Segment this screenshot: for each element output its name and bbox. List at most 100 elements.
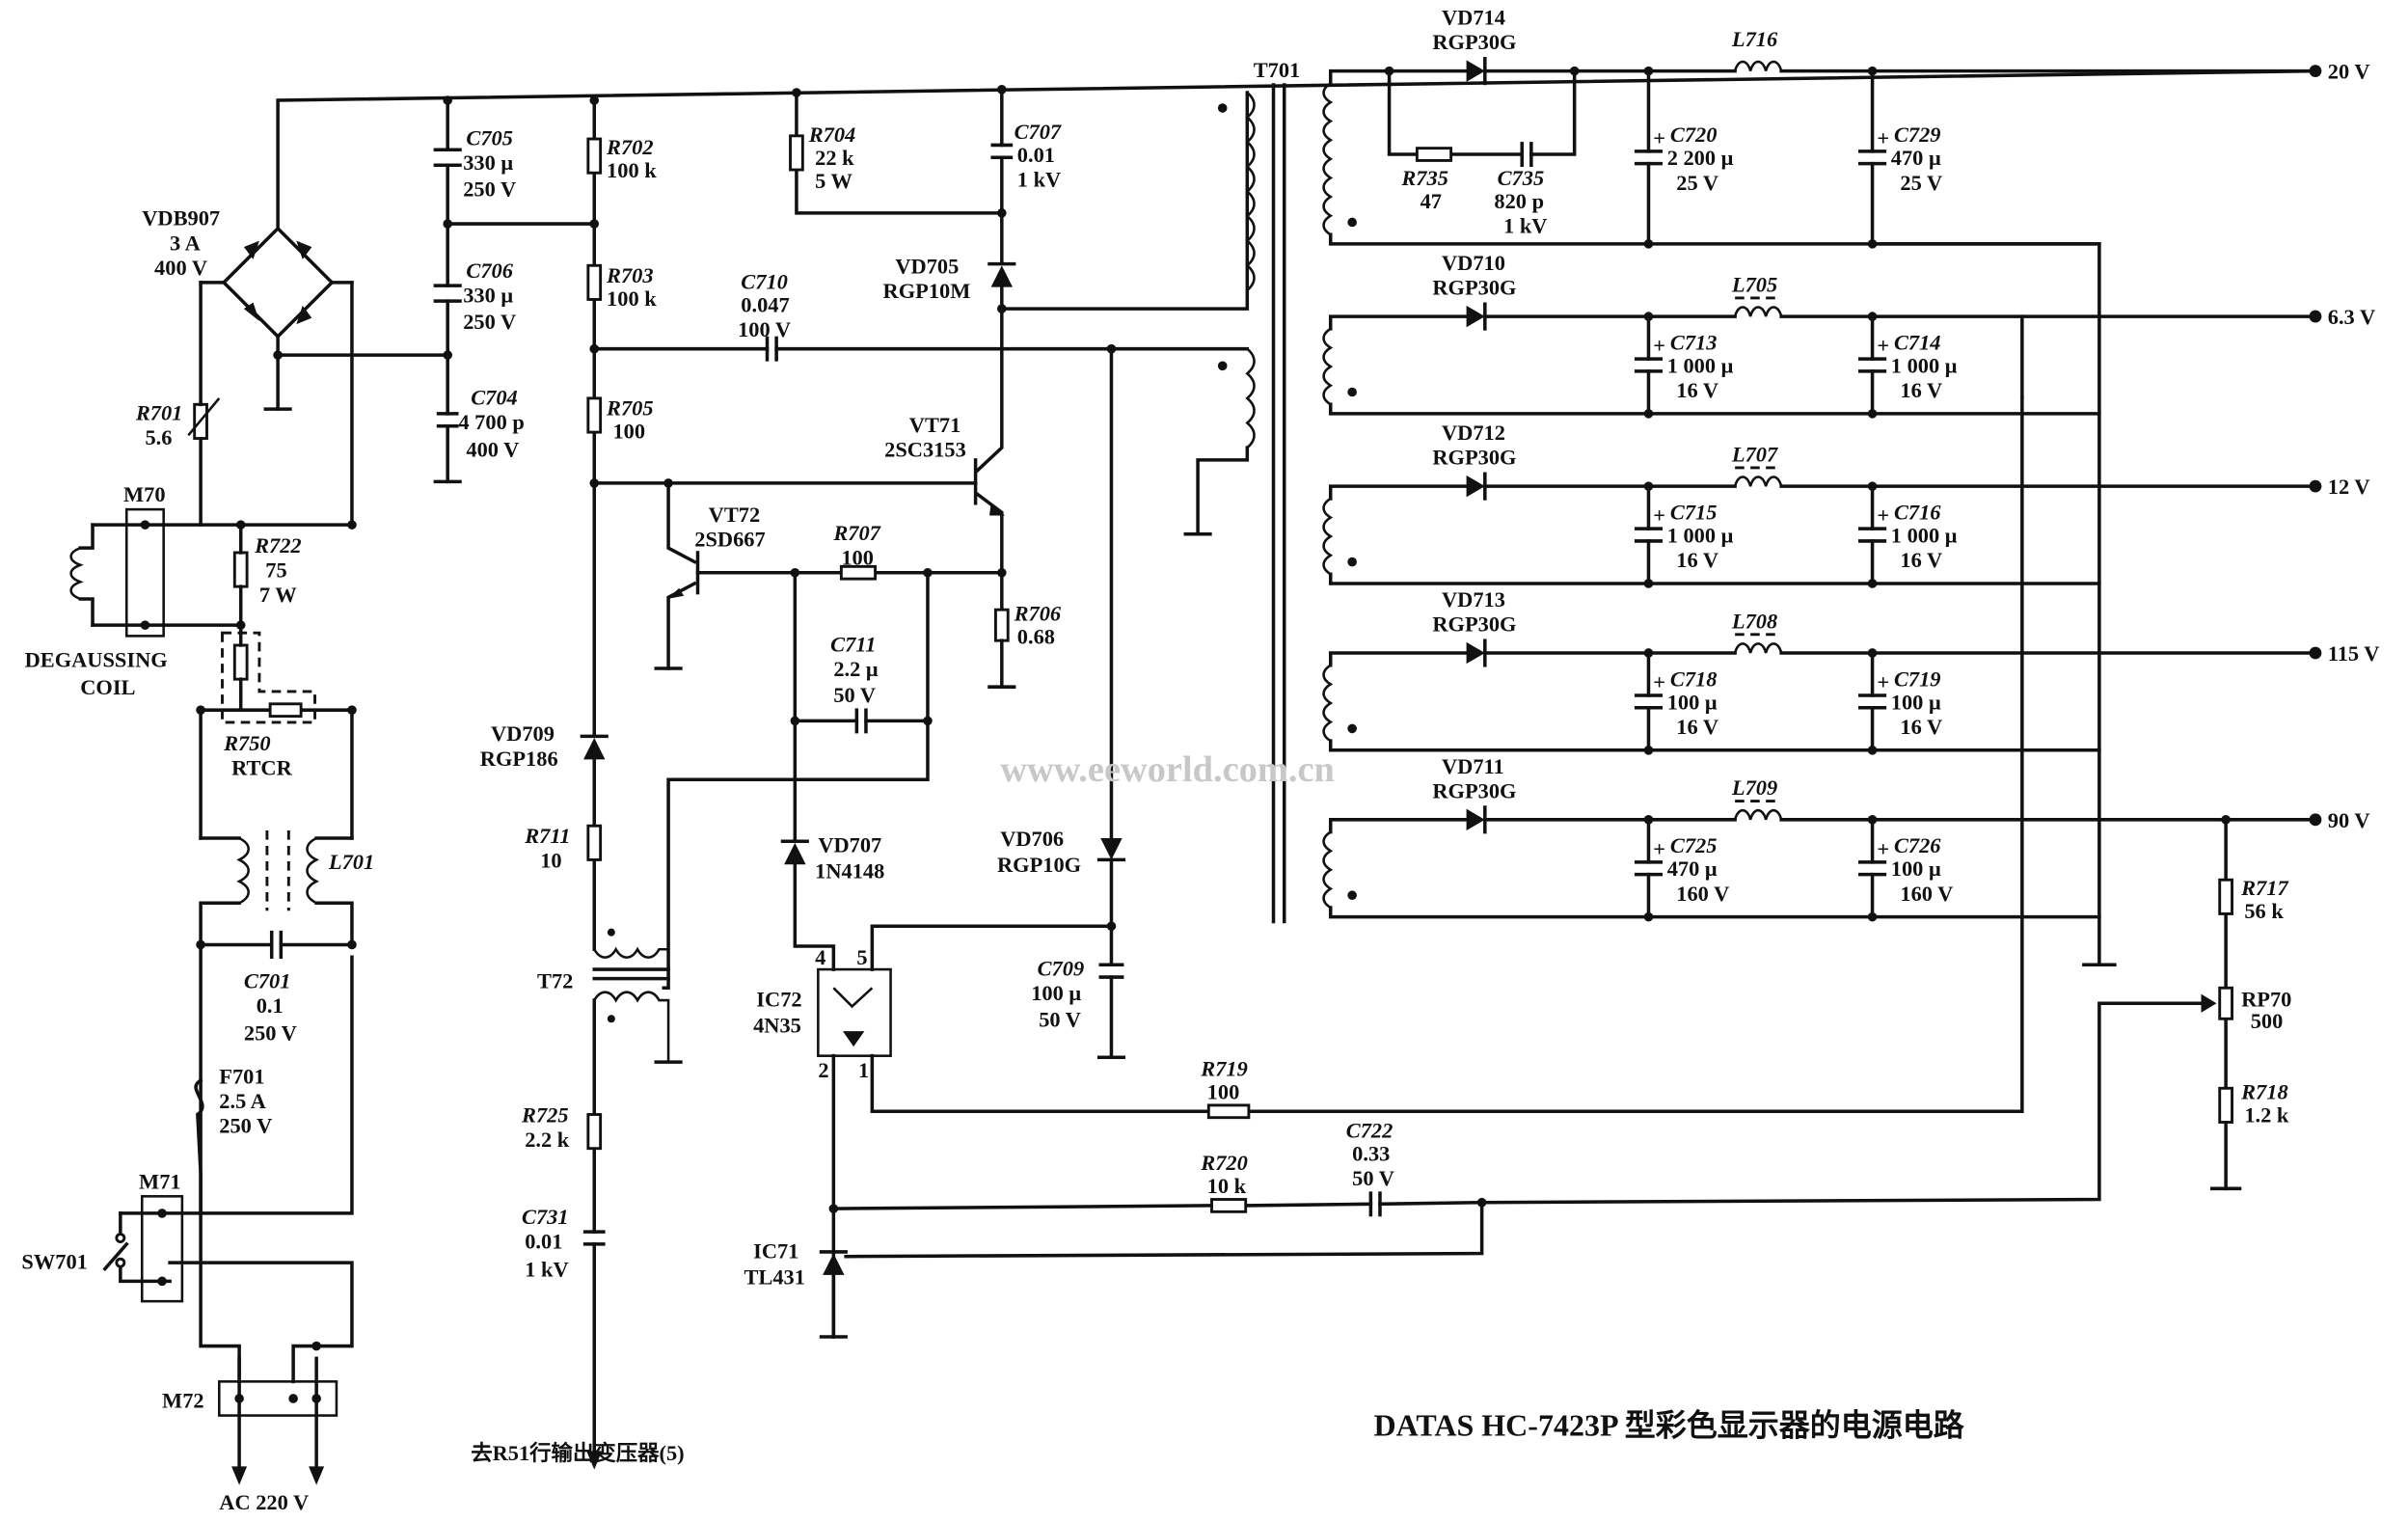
c707-rating: 1 kV — [1017, 168, 1061, 192]
c704-value: 4 700 p — [458, 410, 524, 434]
c711-ref: C711 — [830, 632, 876, 656]
vd707-ref: VD707 — [818, 832, 881, 856]
ic72-pin4-label: 4 — [815, 945, 825, 969]
c711-value: 2.2 μ — [833, 657, 879, 681]
f701-rating: 250 V — [219, 1114, 272, 1138]
output-90V-diode-ref: VD711 — [1442, 754, 1504, 778]
r701-value: 5.6 — [145, 425, 172, 449]
r735-value: 47 — [1420, 189, 1442, 213]
output-63V-terminal — [2309, 310, 2322, 323]
r722-rating: 7 W — [259, 583, 297, 607]
c705-value: 330 μ — [463, 150, 513, 175]
vt71-type: 2SC3153 — [884, 438, 966, 462]
output-63V-cap-value: 1 000 μ — [1667, 353, 1734, 377]
t72-ref: T72 — [537, 968, 573, 992]
secondary-outputs: 20 V+ C7202 200 μ25 V+ C729470 μ25 VVD714R… — [1322, 6, 2380, 922]
vd705-ref: VD705 — [895, 254, 959, 278]
diagram-title: DATAS HC-7423P 型彩色显示器的电源电路 — [1374, 1407, 1965, 1442]
m70-label: M70 — [123, 482, 166, 506]
c711-rating: 50 V — [833, 683, 876, 707]
r704-ref: R704 — [808, 122, 856, 147]
output-115V-terminal — [2309, 646, 2322, 660]
output-63V-cap-rating: 16 V — [1900, 378, 1942, 402]
l701-coil-left-icon — [236, 836, 250, 905]
output-115V-cap-value: 100 μ — [1667, 690, 1718, 714]
output-63V-cap-value: 1 000 μ — [1891, 353, 1958, 377]
sw701-label: SW701 — [21, 1250, 87, 1274]
m71-label: M71 — [139, 1169, 181, 1193]
f701-value: 2.5 A — [219, 1089, 266, 1113]
output-20V-inductor-icon — [1733, 60, 1783, 72]
output-63V-inductor-ref: L705 — [1731, 272, 1777, 296]
vdb907-ref: VDB907 — [142, 206, 220, 231]
c731-value: 0.01 — [525, 1230, 562, 1254]
svg-text:+: + — [1877, 334, 1889, 358]
c706-rating: 250 V — [463, 310, 516, 334]
output-12V-rectifier-diode-icon — [1466, 475, 1485, 498]
r711-ref: R711 — [524, 824, 570, 848]
c709-value: 100 μ — [1031, 981, 1081, 1005]
c735-value: 820 p — [1494, 189, 1544, 213]
output-12V-cap-value: 1 000 μ — [1667, 524, 1734, 548]
c706-ref: C706 — [466, 258, 513, 283]
output-63V-cap-ref: C713 — [1670, 330, 1718, 354]
output-12V-voltage-label: 12 V — [2328, 475, 2370, 499]
output-12V-inductor-ref: L707 — [1731, 443, 1778, 467]
r704-value: 22 k — [815, 146, 854, 170]
vd707-diode-icon — [784, 842, 806, 865]
vd706-type: RGP10G — [997, 853, 1081, 877]
output-115V-cap-ref: C718 — [1670, 666, 1718, 691]
ic71-tl431-icon — [823, 1253, 845, 1275]
degaussing-coil-icon — [69, 546, 84, 601]
r717-value: 56 k — [2244, 899, 2284, 923]
r703-value: 100 k — [607, 286, 657, 311]
svg-text:+: + — [1877, 670, 1889, 694]
output-63V-voltage-label: 6.3 V — [2328, 305, 2375, 329]
c701-value: 0.1 — [257, 993, 284, 1018]
ac-arrow-r-icon — [309, 1466, 325, 1485]
snubber-resistor — [1415, 147, 1453, 162]
output-115V-voltage-label: 115 V — [2328, 641, 2380, 666]
output-12V-diode-type: RGP30G — [1432, 446, 1516, 470]
output-115V-cap-value: 100 μ — [1891, 690, 1941, 714]
r735-ref: R735 — [1400, 166, 1448, 190]
c707-value: 0.01 — [1017, 143, 1055, 167]
c731-rating: 1 kV — [525, 1258, 568, 1282]
output-115V-diode-type: RGP30G — [1432, 612, 1516, 637]
output-115V-secondary-winding-icon — [1322, 664, 1334, 743]
r725-value: 2.2 k — [525, 1128, 570, 1152]
vt72-type: 2SD667 — [694, 528, 765, 552]
output-20V-cap-ref: C720 — [1670, 122, 1718, 147]
r722-ref: R722 — [254, 533, 302, 557]
rp70-ref: RP70 — [2241, 987, 2291, 1011]
output-115V-inductor-icon — [1733, 642, 1783, 654]
c701-rating: 250 V — [244, 1021, 297, 1046]
output-115V-rectifier-diode-icon — [1466, 641, 1485, 665]
output-90V-cap-ref: C726 — [1894, 833, 1941, 857]
vt71-ref: VT71 — [909, 413, 961, 437]
rp70-potentiometer[interactable] — [2218, 986, 2233, 1020]
output-115V-cap-ref: C719 — [1894, 666, 1941, 691]
output-63V-inductor-icon — [1733, 306, 1783, 317]
output-63V-cap-rating: 16 V — [1676, 378, 1718, 402]
output-12V-cap-rating: 16 V — [1676, 548, 1718, 572]
output-63V-diode-type: RGP30G — [1432, 276, 1516, 300]
output-12V-cap-ref: C716 — [1894, 501, 1941, 525]
watermark: www.eeworld.com.cn — [1000, 749, 1335, 790]
ic72-ref: IC72 — [756, 987, 801, 1011]
r711-value: 10 — [540, 848, 561, 872]
ac-input-label: AC 220 V — [219, 1490, 309, 1514]
output-20V-voltage-label: 20 V — [2328, 60, 2370, 84]
c735-ref: C735 — [1498, 166, 1545, 190]
c710-value: 0.047 — [741, 292, 789, 316]
ic72-pin5-label: 5 — [856, 945, 867, 969]
r706-value: 0.68 — [1017, 624, 1055, 648]
r725-ref: R725 — [521, 1102, 569, 1127]
c722-rating: 50 V — [1352, 1166, 1394, 1190]
vd705-type: RGP10M — [883, 279, 971, 303]
r706-ref: R706 — [1014, 601, 1062, 625]
vd709-type: RGP186 — [480, 747, 558, 771]
c731-ref: C731 — [522, 1205, 569, 1229]
r702-ref: R702 — [606, 135, 654, 159]
ac-arrow-l-icon — [231, 1466, 248, 1485]
